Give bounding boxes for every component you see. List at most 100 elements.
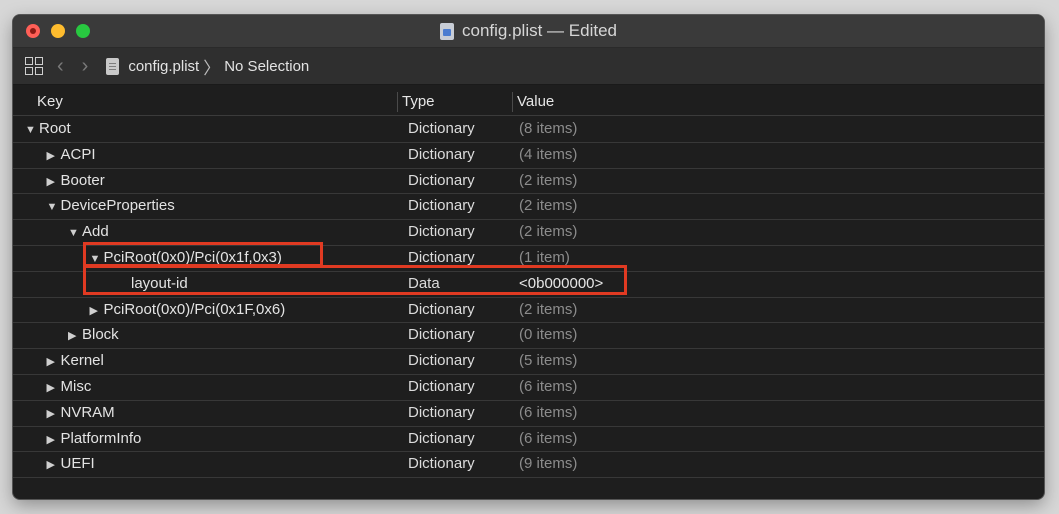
window-title: config.plist — Edited	[462, 21, 617, 40]
row-type: Dictionary	[408, 171, 475, 189]
outline-row[interactable]: ▶ Kernel Dictionary (5 items)	[13, 349, 1044, 375]
disclosure-collapsed-icon[interactable]: ▶	[47, 144, 61, 169]
row-value: (1 item)	[519, 248, 570, 266]
row-type: Dictionary	[408, 223, 475, 241]
breadcrumb-selection[interactable]: No Selection	[224, 58, 309, 75]
row-key: ▶ UEFI	[47, 452, 95, 478]
row-key-label: ACPI	[60, 145, 96, 163]
column-key-header[interactable]: Key	[37, 88, 63, 115]
row-key-label: Kernel	[60, 352, 104, 370]
disclosure-collapsed-icon[interactable]: ▶	[47, 453, 61, 478]
disclosure-collapsed-icon[interactable]: ▶	[47, 350, 61, 375]
row-value: (4 items)	[519, 145, 578, 163]
breadcrumb-file[interactable]: config.plist	[128, 58, 199, 75]
row-type: Dictionary	[408, 248, 475, 266]
disclosure-expanded-icon[interactable]: ▼	[25, 118, 39, 143]
row-value: (5 items)	[519, 352, 578, 370]
row-key: ▶ Booter	[47, 169, 105, 195]
disclosure-expanded-icon[interactable]: ▼	[47, 195, 61, 220]
row-key-label: Misc	[60, 377, 92, 395]
row-key-label: Booter	[60, 171, 105, 189]
outline-row[interactable]: ▶ Misc Dictionary (6 items)	[13, 375, 1044, 401]
row-key-label: NVRAM	[60, 403, 115, 421]
row-type: Dictionary	[408, 377, 475, 395]
related-items-grid-icon[interactable]	[25, 57, 43, 75]
outline-row[interactable]: layout-id Data <0b000000>	[13, 272, 1044, 298]
row-key: ▶ Kernel	[47, 349, 104, 375]
editor-window: config.plist — Edited ‹ › config.plist 〉…	[13, 15, 1044, 499]
row-key: layout-id	[131, 272, 188, 297]
row-key-label: DeviceProperties	[60, 197, 175, 215]
title-bar: config.plist — Edited	[13, 15, 1044, 48]
row-key-label: PlatformInfo	[60, 429, 142, 447]
outline-row[interactable]: ▶ ACPI Dictionary (4 items)	[13, 143, 1044, 169]
column-type-header[interactable]: Type	[402, 88, 435, 115]
outline-row[interactable]: ▶ Booter Dictionary (2 items)	[13, 169, 1044, 195]
file-icon	[106, 57, 120, 75]
row-key-label: layout-id	[131, 274, 188, 292]
row-key: ▼ DeviceProperties	[47, 194, 175, 220]
row-value: (6 items)	[519, 429, 578, 447]
outline-row[interactable]: ▼ Add Dictionary (2 items)	[13, 220, 1044, 246]
disclosure-collapsed-icon[interactable]: ▶	[68, 324, 82, 349]
row-value: (2 items)	[519, 171, 578, 189]
row-key: ▼ Add	[68, 220, 109, 246]
disclosure-expanded-icon[interactable]: ▼	[68, 221, 82, 246]
row-type: Dictionary	[408, 455, 475, 473]
row-key-label: UEFI	[60, 455, 95, 473]
outline-row[interactable]: ▶ Block Dictionary (0 items)	[13, 323, 1044, 350]
row-value: (0 items)	[519, 326, 578, 344]
back-chevron-icon[interactable]: ‹	[57, 56, 64, 76]
plist-outline: ▼ Root Dictionary (8 items) ▶ ACPI Dictionary(…	[13, 117, 1044, 479]
forward-chevron-icon[interactable]: ›	[82, 56, 89, 76]
outline-row[interactable]: ▶ PlatformInfo Dictionary (6 items)	[13, 427, 1044, 453]
window-title-area: config.plist — Edited	[13, 15, 1044, 47]
row-key: ▶ Misc	[47, 375, 92, 401]
row-key: ▶ NVRAM	[47, 401, 115, 427]
disclosure-collapsed-icon[interactable]: ▶	[90, 299, 104, 324]
row-key: ▶ ACPI	[47, 143, 96, 169]
row-key: ▶ Block	[68, 323, 119, 349]
row-type: Dictionary	[408, 403, 475, 421]
row-key-label: Root	[39, 120, 71, 137]
row-value: (6 items)	[519, 377, 578, 395]
row-key: ▶ PciRoot(0x0)/Pci(0x1F,0x6)	[90, 298, 286, 324]
disclosure-collapsed-icon[interactable]: ▶	[47, 376, 61, 401]
disclosure-collapsed-icon[interactable]: ▶	[47, 428, 61, 453]
row-key-label: PciRoot(0x0)/Pci(0x1F,0x6)	[103, 300, 286, 318]
outline-row[interactable]: ▶ PciRoot(0x0)/Pci(0x1F,0x6) Dictionary (2 …	[13, 298, 1044, 324]
column-value-header[interactable]: Value	[517, 88, 554, 115]
row-key-label: Block	[82, 326, 119, 344]
row-key-label: PciRoot(0x0)/Pci(0x1f,0x3)	[103, 248, 282, 266]
row-value: (2 items)	[519, 197, 578, 215]
row-value: (6 items)	[519, 403, 578, 421]
row-value: (2 items)	[519, 300, 578, 318]
outline-row[interactable]: ▶ NVRAM Dictionary (6 items)	[13, 401, 1044, 427]
row-key: ▼ Root	[25, 117, 71, 143]
plist-document-icon	[440, 22, 455, 40]
outline-row[interactable]: ▼ DeviceProperties Dictionary (2 items)	[13, 194, 1044, 221]
breadcrumb-separator: 〉	[203, 58, 221, 78]
row-value: (9 items)	[519, 455, 578, 473]
disclosure-collapsed-icon[interactable]: ▶	[47, 402, 61, 427]
outline-row[interactable]: ▼ PciRoot(0x0)/Pci(0x1f,0x3) Dictionary (1 …	[13, 246, 1044, 272]
outline-row[interactable]: ▼ Root Dictionary (8 items)	[13, 117, 1044, 143]
row-type: Dictionary	[408, 429, 475, 447]
row-key-label: Add	[82, 223, 109, 241]
column-divider[interactable]	[397, 92, 398, 112]
column-divider[interactable]	[512, 92, 513, 112]
row-key: ▼ PciRoot(0x0)/Pci(0x1f,0x3)	[90, 246, 282, 272]
outline-row[interactable]: ▶ UEFI Dictionary (9 items)	[13, 452, 1044, 479]
row-type: Dictionary	[408, 326, 475, 344]
row-type: Dictionary	[408, 145, 475, 163]
row-value: (8 items)	[519, 120, 578, 137]
row-key: ▶ PlatformInfo	[47, 427, 142, 453]
disclosure-collapsed-icon[interactable]: ▶	[47, 170, 61, 195]
row-type: Data	[408, 274, 440, 292]
row-type: Dictionary	[408, 197, 475, 215]
disclosure-expanded-icon[interactable]: ▼	[90, 247, 104, 272]
row-value: (2 items)	[519, 223, 578, 241]
column-header: Key Type Value	[13, 88, 1044, 116]
row-type: Dictionary	[408, 120, 475, 137]
row-type: Dictionary	[408, 300, 475, 318]
